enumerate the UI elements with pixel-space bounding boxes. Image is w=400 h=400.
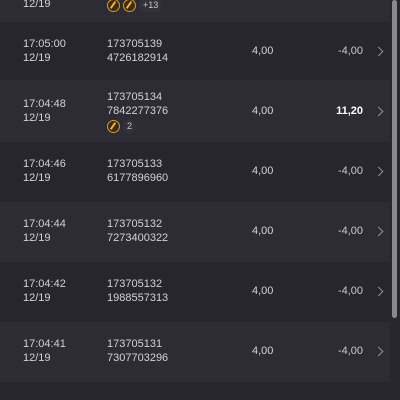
bet-amount: 4,00 [252,225,274,237]
bet-id-line1: 173705131 [107,338,163,350]
bet-date: 12/19 [23,112,51,124]
list-item-partial-bottom[interactable] [0,382,390,400]
list-item[interactable]: 17:04:41 12/19 173705131 7307703296 4,00… [0,322,390,382]
bet-time: 17:05:00 [23,38,66,50]
bet-id-line1: 173705134 [107,91,163,103]
list-item[interactable]: 17:04:42 12/19 173705132 1988557313 4,00… [0,262,390,322]
bet-id-line1: 173705133 [107,158,163,170]
list-item[interactable]: 17:05:00 12/19 173705139 4726182914 4,00… [0,22,390,80]
bet-id-line1: 173705139 [107,38,163,50]
chevron-right-icon[interactable] [373,286,384,297]
bet-id-line2: 4726182914 [107,52,169,64]
bet-time: 17:04:41 [23,338,66,350]
bet-time: 17:04:44 [23,218,66,230]
bet-date: 12/19 [23,232,51,244]
bet-id-line2: 7273400322 [107,232,169,244]
bet-date: 12/19 [23,0,51,10]
bet-date: 12/19 [23,172,51,184]
profit-loss: -4,00 [337,225,363,237]
bet-date: 12/19 [23,352,51,364]
bet-id-line1: 173705132 [107,218,163,230]
profit-loss: -4,00 [337,165,363,177]
list-item[interactable]: 17:04:46 12/19 173705133 6177896960 4,00… [0,142,390,202]
list-item-partial[interactable]: 12/19 +13 [0,0,390,22]
bet-id-line1: 173705132 [107,278,163,290]
list-item[interactable]: 17:04:48 12/19 173705134 7842277376 2 4,… [0,80,390,142]
bet-amount: 4,00 [252,45,274,57]
bet-amount: 4,00 [252,345,274,357]
chevron-right-icon[interactable] [373,106,384,117]
chevron-right-icon[interactable] [373,46,384,57]
bet-time: 17:04:48 [23,98,66,110]
scrollbar[interactable] [392,0,397,318]
bet-id-line2: 7842277376 [107,105,169,117]
bet-date: 12/19 [23,292,51,304]
chevron-right-icon[interactable] [373,226,384,237]
bet-date: 12/19 [23,52,51,64]
bet-time: 17:04:42 [23,278,66,290]
bonus-count-badge: 2 [123,119,137,133]
bet-amount: 4,00 [252,165,274,177]
profit-loss: -4,00 [337,285,363,297]
bonus-icons: 2 [107,118,137,134]
extra-bonus-count: +13 [139,0,163,12]
bonus-icons: +13 [107,0,163,13]
coin-icon [123,0,136,12]
coin-icon [107,0,120,12]
profit-loss: -4,00 [337,345,363,357]
profit-loss: -4,00 [337,45,363,57]
bet-id-line2: 1988557313 [107,292,169,304]
bet-id-line2: 6177896960 [107,172,169,184]
coin-icon [107,119,120,133]
chevron-right-icon[interactable] [373,346,384,357]
bet-amount: 4,00 [252,105,274,117]
bet-history-list: 12/19 +13 17:05:00 12/19 173705139 47261… [0,0,400,400]
chevron-right-icon[interactable] [373,166,384,177]
profit-loss: 11,20 [336,105,363,117]
bet-amount: 4,00 [252,285,274,297]
bet-id-line2: 7307703296 [107,352,169,364]
list-item[interactable]: 17:04:44 12/19 173705132 7273400322 4,00… [0,202,390,262]
bet-time: 17:04:46 [23,158,66,170]
